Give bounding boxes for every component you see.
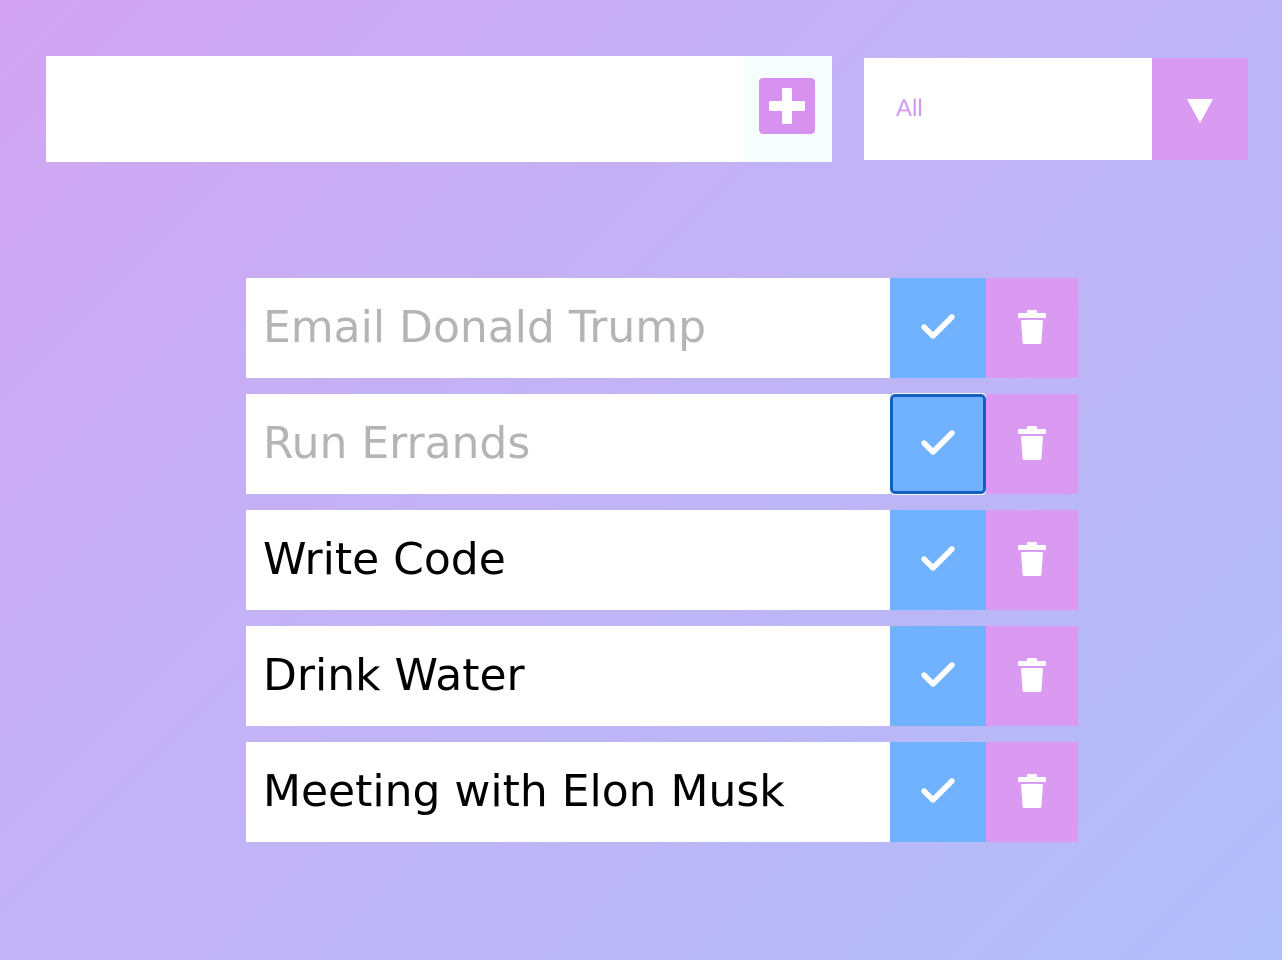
delete-button[interactable] (986, 742, 1078, 842)
add-todo-button[interactable] (759, 78, 815, 134)
filter-select[interactable]: All (864, 58, 1248, 160)
todo-item: Drink Water (246, 626, 1078, 726)
check-icon (921, 546, 955, 571)
complete-button[interactable] (890, 510, 986, 610)
todo-text: Email Donald Trump (246, 278, 890, 378)
todo-item: Write Code (246, 510, 1078, 610)
complete-button[interactable] (890, 278, 986, 378)
delete-button[interactable] (986, 394, 1078, 494)
todo-list: Email Donald Trump Run Errands Write Cod… (246, 278, 1078, 858)
todo-item: Meeting with Elon Musk (246, 742, 1078, 842)
todo-item: Run Errands (246, 394, 1078, 494)
check-icon (921, 314, 955, 339)
add-todo-form (46, 56, 832, 162)
trash-icon (1018, 310, 1046, 344)
plus-icon (769, 88, 805, 124)
todo-text: Write Code (246, 510, 890, 610)
trash-icon (1018, 542, 1046, 576)
filter-dropdown-button[interactable] (1152, 58, 1248, 160)
complete-button[interactable] (890, 626, 986, 726)
trash-icon (1018, 774, 1046, 808)
todo-text: Meeting with Elon Musk (246, 742, 890, 842)
delete-button[interactable] (986, 278, 1078, 378)
check-icon (921, 778, 955, 803)
todo-text: Run Errands (246, 394, 890, 494)
add-button-cell (743, 56, 832, 162)
complete-button[interactable] (890, 394, 986, 494)
trash-icon (1018, 426, 1046, 460)
todo-input[interactable] (46, 56, 743, 162)
trash-icon (1018, 658, 1046, 692)
check-icon (921, 430, 955, 455)
triangle-down-icon (1187, 99, 1213, 123)
todo-item: Email Donald Trump (246, 278, 1078, 378)
delete-button[interactable] (986, 626, 1078, 726)
filter-selected-value: All (896, 95, 923, 122)
complete-button[interactable] (890, 742, 986, 842)
delete-button[interactable] (986, 510, 1078, 610)
check-icon (921, 662, 955, 687)
todo-text: Drink Water (246, 626, 890, 726)
